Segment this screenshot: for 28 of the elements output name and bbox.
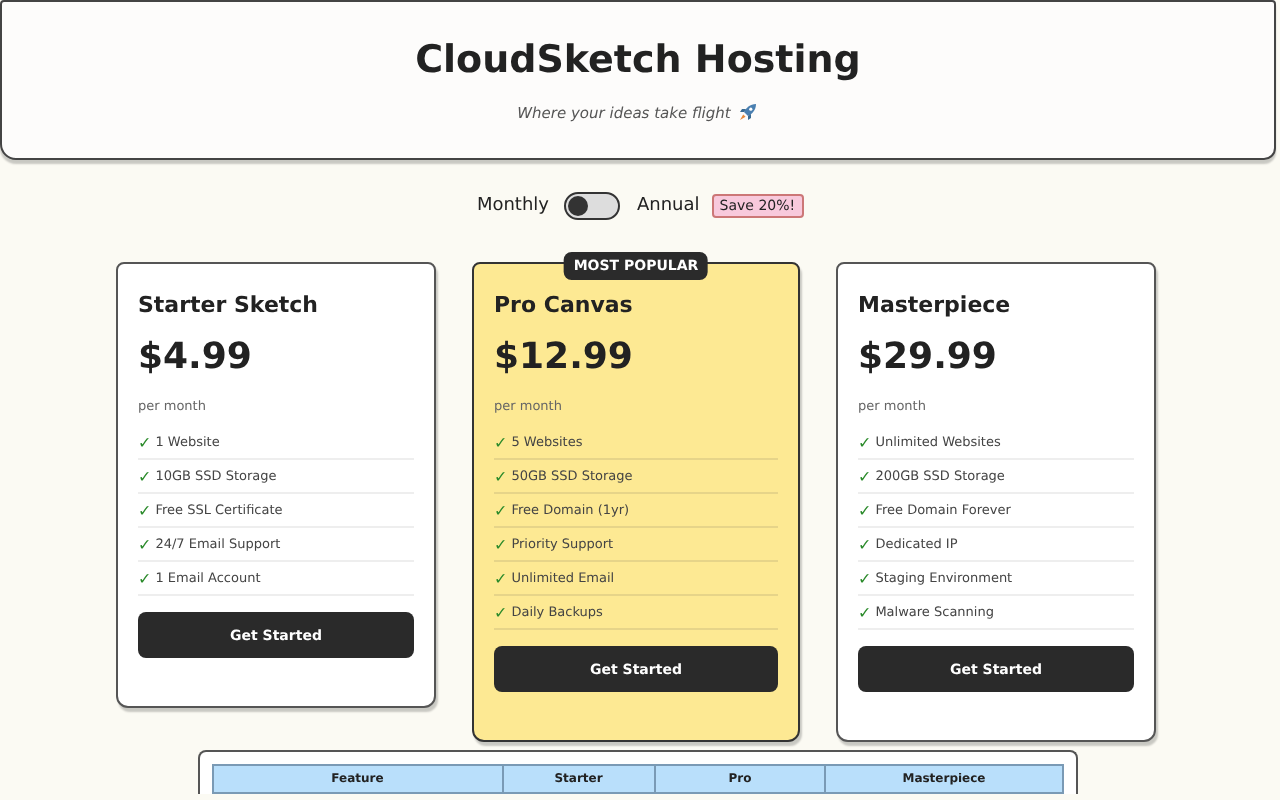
check-icon: ✓: [858, 467, 872, 485]
check-icon: ✓: [858, 535, 872, 553]
rocket-icon: [738, 102, 759, 122]
check-icon: ✓: [138, 467, 152, 485]
check-icon: ✓: [858, 569, 872, 587]
billing-toggle[interactable]: [564, 192, 621, 220]
plan-name: Masterpiece: [858, 292, 1013, 318]
plan-name: Starter Sketch: [138, 292, 321, 318]
check-icon: ✓: [494, 467, 508, 485]
check-icon: ✓: [858, 603, 872, 621]
plan-price: $12.99: [494, 336, 635, 378]
check-icon: ✓: [138, 569, 152, 587]
check-icon: ✓: [138, 433, 152, 451]
check-icon: ✓: [494, 569, 508, 587]
check-icon: ✓: [494, 603, 508, 621]
monthly-label: Monthly: [476, 196, 549, 216]
plan-name: Pro Canvas: [494, 292, 635, 318]
check-icon: ✓: [494, 535, 508, 553]
check-icon: ✓: [494, 433, 508, 451]
page-title: CloudSketch Hosting: [415, 38, 861, 82]
plan-price: $4.99: [138, 336, 254, 378]
check-icon: ✓: [138, 501, 152, 519]
annual-label: Annual: [636, 196, 700, 216]
check-icon: ✓: [858, 501, 872, 519]
check-icon: ✓: [138, 535, 152, 553]
check-icon: ✓: [494, 501, 508, 519]
check-icon: ✓: [858, 433, 872, 451]
plan-price: $29.99: [858, 336, 999, 378]
